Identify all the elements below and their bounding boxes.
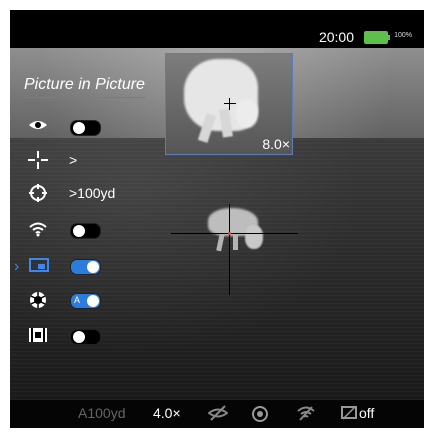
crosshair-arrow-text: > xyxy=(69,152,78,168)
animal-leg xyxy=(233,232,238,250)
toggle-knob xyxy=(87,295,99,307)
film-toggle[interactable] xyxy=(70,329,101,345)
menu-title-underline xyxy=(24,97,146,98)
wifi-toggle[interactable] xyxy=(70,223,101,239)
clock-text: 20:00 xyxy=(318,29,354,45)
battery-percent-text: 100% xyxy=(394,32,412,39)
device-screen: 20:00 100% 8.0× Picture in Picture > >10… xyxy=(10,10,424,428)
film-icon xyxy=(29,328,47,342)
reticle-center-dot xyxy=(228,232,231,235)
aperture-status-icon xyxy=(252,406,268,422)
pip-animal-head xyxy=(236,100,258,128)
toggle-knob xyxy=(73,331,85,343)
reticle-vertical-line xyxy=(229,204,230,295)
toggle-knob xyxy=(87,261,99,273)
eye-icon xyxy=(29,121,47,129)
crosshair-icon xyxy=(28,151,48,169)
bottom-range-text: A100yd xyxy=(78,405,126,421)
animal-head xyxy=(245,225,263,249)
auto-toggle-text: A xyxy=(74,295,81,305)
range-text: >100yd xyxy=(69,185,116,201)
bottom-status-bar: A100yd 4.0× off xyxy=(10,400,424,428)
toggle-knob xyxy=(73,225,85,237)
bottom-pip-status-text: off xyxy=(359,405,375,421)
menu-title: Picture in Picture xyxy=(24,76,145,93)
status-bar: 20:00 100% xyxy=(10,10,424,48)
battery-icon xyxy=(364,31,390,44)
auto-toggle[interactable]: A xyxy=(70,293,101,309)
pip-toggle[interactable] xyxy=(70,259,101,275)
aperture-icon xyxy=(30,292,46,308)
bottom-zoom-text: 4.0× xyxy=(153,405,181,421)
hidden-eye-icon xyxy=(208,405,228,421)
animal-leg xyxy=(216,232,225,252)
wifi-icon xyxy=(29,222,47,237)
pip-zoom-text: 8.0× xyxy=(262,136,290,152)
selected-item-chevron-icon: › xyxy=(14,258,20,275)
pip-crosshair-icon xyxy=(224,98,236,110)
pip-icon xyxy=(29,258,49,272)
wifi-off-icon xyxy=(297,406,315,421)
picture-in-picture-window: 8.0× xyxy=(165,53,293,155)
toggle-knob xyxy=(73,122,85,134)
target-icon xyxy=(29,184,47,202)
reticle-horizontal-line xyxy=(171,233,298,234)
pip-off-icon xyxy=(341,406,357,420)
eye-toggle[interactable] xyxy=(70,120,101,136)
